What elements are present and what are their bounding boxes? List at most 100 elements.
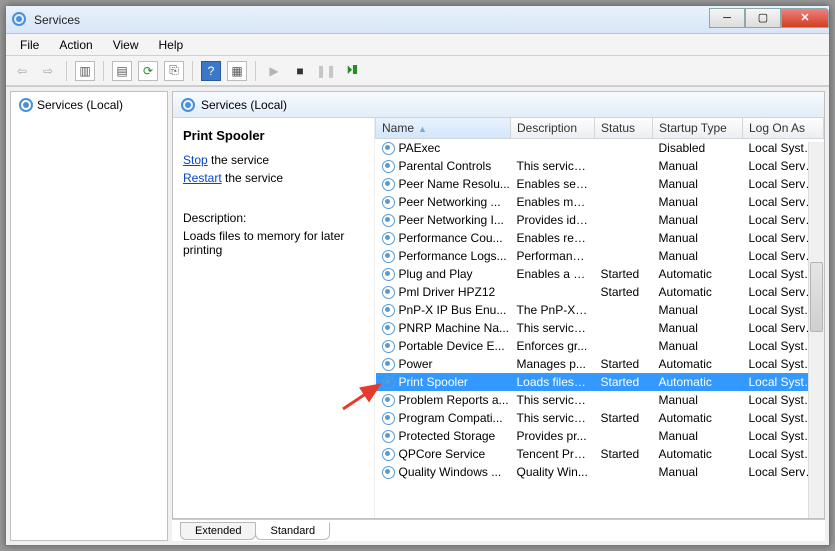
export-list-button[interactable]: ⎘: [164, 61, 184, 81]
minimize-button[interactable]: ─: [709, 8, 745, 28]
svc-desc: [511, 139, 595, 158]
forward-button[interactable]: ⇨: [38, 61, 58, 81]
service-row[interactable]: Performance Logs...Performanc...ManualLo…: [376, 247, 824, 265]
tree-root-services-local[interactable]: Services (Local): [15, 96, 163, 114]
service-row[interactable]: Quality Windows ...Quality Win...ManualL…: [376, 463, 824, 481]
start-service-button[interactable]: ▶: [264, 61, 284, 81]
svc-status: [595, 139, 653, 158]
svc-name: Plug and Play: [399, 267, 473, 281]
svc-status: Started: [595, 265, 653, 283]
gear-icon: [382, 232, 395, 245]
menu-action[interactable]: Action: [51, 36, 100, 54]
menu-view[interactable]: View: [105, 36, 147, 54]
gear-icon: [382, 358, 395, 371]
menu-help[interactable]: Help: [151, 36, 192, 54]
service-row[interactable]: QPCore ServiceTencent Pro...StartedAutom…: [376, 445, 824, 463]
separator: [192, 61, 193, 81]
gear-icon: [382, 430, 395, 443]
svc-status: [595, 427, 653, 445]
service-row[interactable]: Parental ControlsThis service ...ManualL…: [376, 157, 824, 175]
svc-startup: Manual: [653, 463, 743, 481]
col-status[interactable]: Status: [595, 118, 653, 139]
service-row[interactable]: Print SpoolerLoads files t...StartedAuto…: [376, 373, 824, 391]
svc-status: Started: [595, 445, 653, 463]
toolbar-icon[interactable]: ▦: [227, 61, 247, 81]
menu-file[interactable]: File: [12, 36, 47, 54]
separator: [255, 61, 256, 81]
tab-standard[interactable]: Standard: [255, 522, 330, 540]
service-row[interactable]: Peer Networking ...Enables mul...ManualL…: [376, 193, 824, 211]
stop-link[interactable]: Stop: [183, 153, 208, 167]
svc-startup: Manual: [653, 391, 743, 409]
close-button[interactable]: ✕: [781, 8, 829, 28]
svc-name: PAExec: [399, 141, 441, 155]
svc-status: [595, 463, 653, 481]
gear-icon: [382, 250, 395, 263]
col-description[interactable]: Description: [511, 118, 595, 139]
svc-startup: Automatic: [653, 355, 743, 373]
maximize-button[interactable]: ▢: [745, 8, 781, 28]
refresh-button[interactable]: ⟳: [138, 61, 158, 81]
tab-extended[interactable]: Extended: [180, 522, 256, 540]
service-row[interactable]: Peer Networking I...Provides ide...Manua…: [376, 211, 824, 229]
gear-icon: [382, 286, 395, 299]
svc-status: [595, 193, 653, 211]
service-row[interactable]: Program Compati...This service ...Starte…: [376, 409, 824, 427]
svc-status: [595, 337, 653, 355]
svc-status: Started: [595, 355, 653, 373]
back-button[interactable]: ⇦: [12, 61, 32, 81]
service-row[interactable]: Pml Driver HPZ12StartedAutomaticLocal Se…: [376, 283, 824, 301]
sort-asc-icon: ▲: [418, 124, 427, 134]
service-row[interactable]: Portable Device E...Enforces gr...Manual…: [376, 337, 824, 355]
svc-desc: Tencent Pro...: [511, 445, 595, 463]
toolbar: ⇦ ⇨ ▥ ▤ ⟳ ⎘ ? ▦ ▶ ■ ❚❚ ⏵❚: [6, 56, 829, 86]
view-tabs: Extended Standard: [172, 519, 825, 541]
svc-status: [595, 301, 653, 319]
col-name[interactable]: Name▲: [376, 118, 511, 139]
svc-name: Peer Networking ...: [399, 195, 501, 209]
svc-desc: Performanc...: [511, 247, 595, 265]
svc-desc: This service ...: [511, 391, 595, 409]
properties-button[interactable]: ▤: [112, 61, 132, 81]
service-row[interactable]: PAExecDisabledLocal Syste...: [376, 139, 824, 158]
col-logon[interactable]: Log On As: [743, 118, 824, 139]
svc-name: Portable Device E...: [399, 339, 505, 353]
service-row[interactable]: PowerManages p...StartedAutomaticLocal S…: [376, 355, 824, 373]
vertical-scrollbar[interactable]: [808, 142, 824, 518]
titlebar[interactable]: Services ─ ▢ ✕: [6, 6, 829, 34]
svc-desc: Loads files t...: [511, 373, 595, 391]
stop-service-button[interactable]: ■: [290, 61, 310, 81]
console-tree[interactable]: Services (Local): [10, 91, 168, 541]
gear-icon: [382, 214, 395, 227]
restart-link[interactable]: Restart: [183, 171, 222, 185]
service-row[interactable]: PnP-X IP Bus Enu...The PnP-X ...ManualLo…: [376, 301, 824, 319]
service-row[interactable]: Protected StorageProvides pr...ManualLoc…: [376, 427, 824, 445]
show-hide-tree-button[interactable]: ▥: [75, 61, 95, 81]
separator: [103, 61, 104, 81]
svc-status: Started: [595, 409, 653, 427]
service-row[interactable]: Problem Reports a...This service ...Manu…: [376, 391, 824, 409]
help-button[interactable]: ?: [201, 61, 221, 81]
svc-desc: Enables rem...: [511, 229, 595, 247]
menubar: File Action View Help: [6, 34, 829, 56]
svc-startup: Manual: [653, 157, 743, 175]
gear-icon: [382, 196, 395, 209]
restart-service-button[interactable]: ⏵❚: [342, 61, 362, 81]
service-row[interactable]: Peer Name Resolu...Enables serv...Manual…: [376, 175, 824, 193]
service-row[interactable]: Performance Cou...Enables rem...ManualLo…: [376, 229, 824, 247]
col-startup[interactable]: Startup Type: [653, 118, 743, 139]
service-list[interactable]: Name▲ Description Status Startup Type Lo…: [375, 118, 824, 518]
pause-service-button[interactable]: ❚❚: [316, 61, 336, 81]
svc-startup: Manual: [653, 211, 743, 229]
gear-icon: [382, 142, 395, 155]
svc-status: [595, 247, 653, 265]
detail-panel: Print Spooler Stop the service Restart t…: [173, 118, 375, 518]
svc-name: Peer Name Resolu...: [399, 177, 510, 191]
gear-icon: [181, 98, 195, 112]
gear-icon: [382, 394, 395, 407]
service-row[interactable]: PNRP Machine Na...This service ...Manual…: [376, 319, 824, 337]
svc-name: Performance Logs...: [399, 249, 507, 263]
service-row[interactable]: Plug and PlayEnables a c...StartedAutoma…: [376, 265, 824, 283]
scroll-thumb[interactable]: [810, 262, 823, 332]
svc-startup: Manual: [653, 175, 743, 193]
